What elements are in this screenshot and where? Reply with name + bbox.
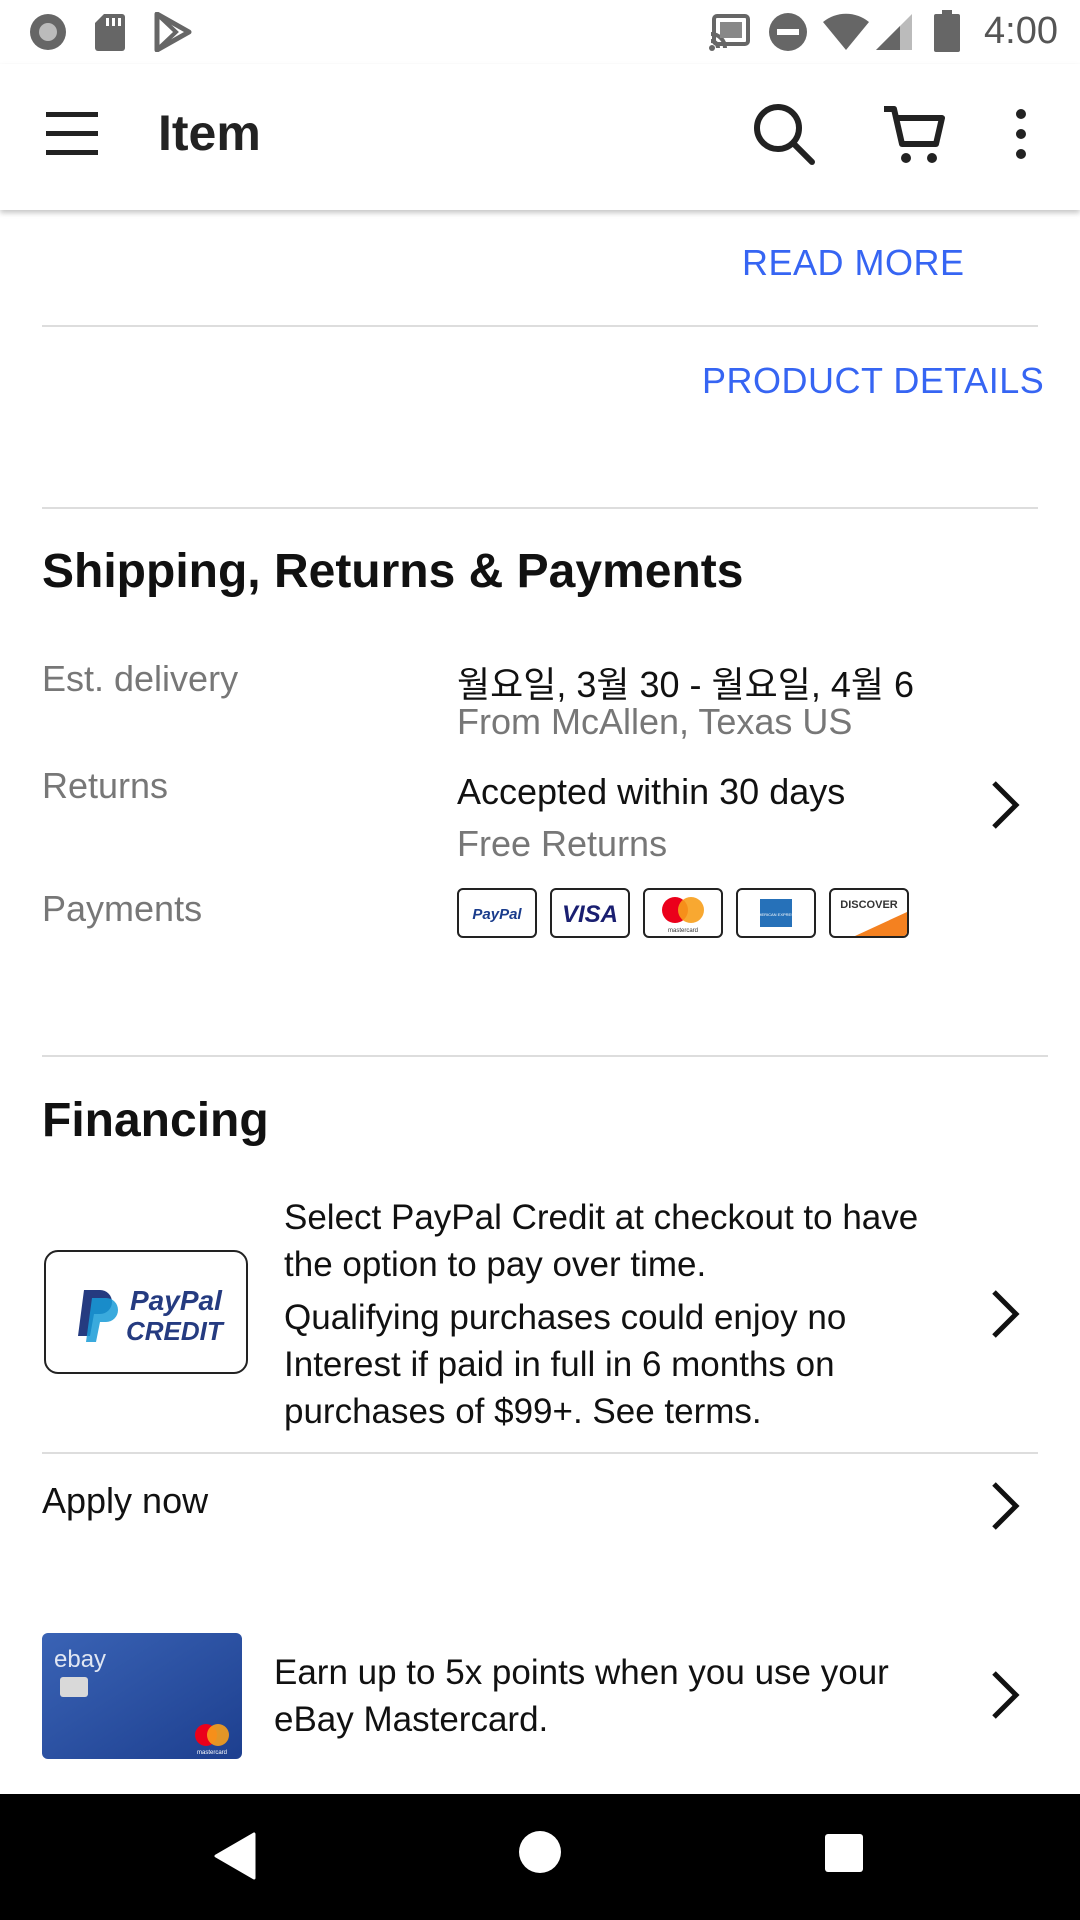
- home-icon[interactable]: [518, 1830, 562, 1879]
- svg-text:ebay: ebay: [54, 1646, 106, 1673]
- svg-text:VISA: VISA: [562, 901, 618, 928]
- paypal-credit-text-line: purchases of $99+. See terms.: [284, 1392, 762, 1431]
- paypal-credit-text-line: Interest if paid in full in 6 months on: [284, 1345, 835, 1384]
- menu-icon[interactable]: [44, 108, 100, 165]
- visa-logo: VISA: [550, 888, 630, 938]
- svg-text:CREDIT: CREDIT: [126, 1316, 225, 1346]
- cast-icon: [708, 12, 752, 57]
- divider: [42, 325, 1038, 327]
- play-store-icon: [154, 11, 192, 57]
- svg-text:mastercard: mastercard: [197, 1750, 227, 1756]
- amex-logo: AMERICAN EXPRESS: [736, 888, 816, 938]
- recents-icon[interactable]: [824, 1833, 864, 1878]
- paypal-credit-text-line: the option to pay over time.: [284, 1245, 707, 1284]
- product-details-link[interactable]: PRODUCT DETAILS: [702, 360, 1044, 402]
- svg-text:mastercard: mastercard: [668, 928, 698, 934]
- returns-chevron-icon[interactable]: [990, 780, 1020, 835]
- ebay-mastercard-text-line: Earn up to 5x points when you use your: [274, 1653, 889, 1692]
- divider: [42, 507, 1038, 509]
- ebay-mastercard-image: ebay mastercard: [42, 1633, 242, 1759]
- mastercard-logo: mastercard: [643, 888, 723, 938]
- apply-now-link[interactable]: Apply now: [42, 1480, 208, 1522]
- svg-text:AMERICAN EXPRESS: AMERICAN EXPRESS: [755, 912, 796, 917]
- paypal-credit-logo: PayPal CREDIT: [44, 1250, 248, 1374]
- financing-section-title: Financing: [42, 1094, 269, 1147]
- cart-icon[interactable]: [882, 104, 946, 171]
- search-icon[interactable]: [752, 102, 816, 171]
- ebay-mastercard-chevron-icon[interactable]: [990, 1670, 1020, 1725]
- status-bar: 4:00: [0, 0, 1080, 64]
- svg-text:PayPal: PayPal: [472, 906, 522, 923]
- returns-value[interactable]: Accepted within 30 days: [457, 771, 845, 813]
- sd-card-icon: [94, 12, 126, 57]
- page-title: Item: [158, 105, 261, 161]
- paypal-credit-text-line: Select PayPal Credit at checkout to have: [284, 1198, 919, 1237]
- more-vert-icon[interactable]: [1012, 108, 1030, 165]
- navigation-bar: [0, 1794, 1080, 1920]
- apply-now-chevron-icon[interactable]: [990, 1481, 1020, 1536]
- read-more-link[interactable]: READ MORE: [742, 242, 965, 284]
- returns-label: Returns: [42, 765, 169, 806]
- do-not-disturb-icon: [768, 12, 808, 57]
- returns-sub: Free Returns: [457, 823, 668, 864]
- svg-text:PayPal: PayPal: [130, 1285, 223, 1316]
- battery-icon: [934, 10, 960, 57]
- discover-logo: DISCOVER: [829, 888, 909, 938]
- divider: [42, 1452, 1038, 1454]
- app-bar: Item: [0, 64, 1080, 210]
- paypal-logo: PayPal: [457, 888, 537, 938]
- wifi-icon: [822, 12, 870, 57]
- paypal-credit-chevron-icon[interactable]: [990, 1289, 1020, 1344]
- ebay-mastercard-text-line: eBay Mastercard.: [274, 1700, 549, 1739]
- svg-text:DISCOVER: DISCOVER: [840, 899, 898, 911]
- back-icon[interactable]: [214, 1832, 256, 1885]
- signal-icon: [874, 12, 914, 57]
- shipping-section-title: Shipping, Returns & Payments: [42, 545, 744, 598]
- divider: [42, 1055, 1048, 1057]
- paypal-credit-text-line: Qualifying purchases could enjoy no: [284, 1298, 847, 1337]
- record-icon: [28, 12, 68, 57]
- delivery-label: Est. delivery: [42, 658, 239, 699]
- delivery-origin: From McAllen, Texas US: [457, 701, 853, 742]
- clock: 4:00: [984, 10, 1058, 52]
- payments-label: Payments: [42, 888, 203, 929]
